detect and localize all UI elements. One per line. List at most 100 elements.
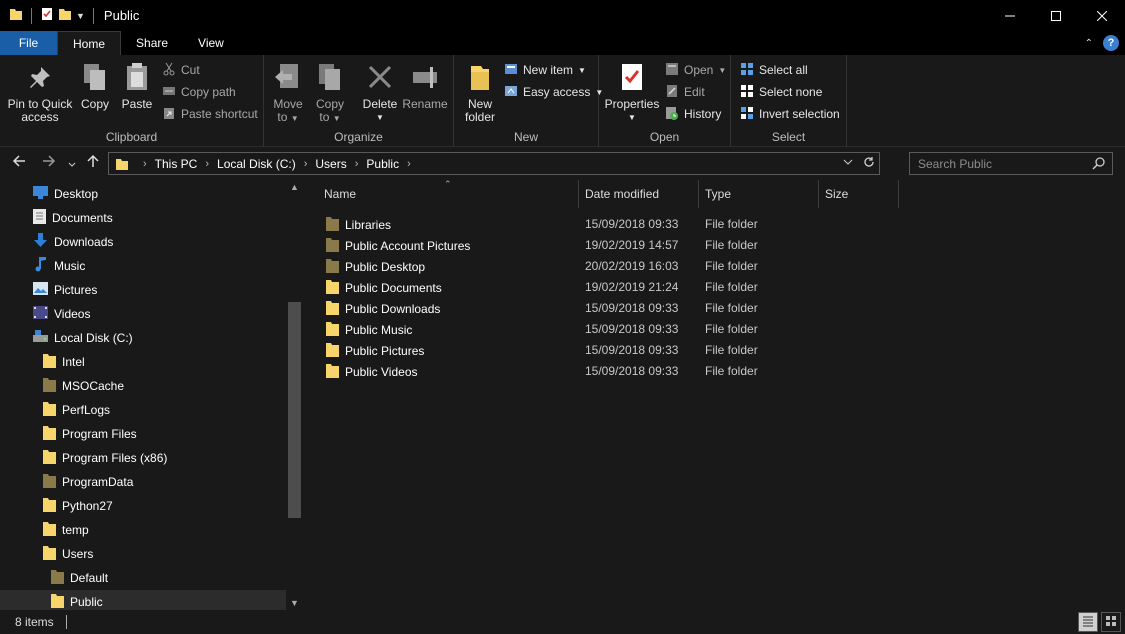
file-row[interactable]: Public Pictures 15/09/2018 09:33 File fo…	[307, 339, 1125, 360]
select-none-button[interactable]: Select none	[740, 82, 822, 102]
breadcrumb-this-pc[interactable]: This PC	[155, 157, 198, 171]
nav-item-public[interactable]: Public	[0, 590, 286, 610]
column-header-name[interactable]: Name ⌃	[307, 179, 579, 208]
properties-icon	[619, 62, 645, 95]
paste-button[interactable]: Paste	[118, 61, 156, 111]
navigation-pane-scrollbar[interactable]: ▲ ▼	[286, 180, 303, 610]
nav-item-local-disk[interactable]: Local Disk (C:)	[33, 326, 133, 350]
close-button[interactable]	[1079, 0, 1125, 31]
tab-home[interactable]: Home	[57, 31, 122, 55]
column-header-size[interactable]: Size	[819, 180, 899, 208]
file-type: File folder	[705, 217, 758, 231]
folder-icon	[43, 521, 56, 539]
breadcrumb-local-disk[interactable]: Local Disk (C:)	[217, 157, 296, 171]
scroll-up-icon[interactable]: ▲	[286, 182, 303, 192]
file-row[interactable]: Public Documents 19/02/2019 21:24 File f…	[307, 276, 1125, 297]
details-view-icon	[1082, 615, 1094, 630]
select-all-label: Select all	[759, 63, 808, 77]
navigation-pane: Desktop Documents Downloads Music Pictur…	[0, 180, 303, 610]
customize-qat-icon[interactable]: ▼	[76, 11, 85, 21]
nav-item-desktop[interactable]: Desktop	[33, 182, 98, 206]
search-input[interactable]	[918, 156, 1088, 171]
breadcrumb-chevron-icon[interactable]: ›	[304, 158, 308, 170]
large-icons-view-button[interactable]	[1101, 612, 1121, 632]
recent-locations-chevron-icon[interactable]	[68, 156, 76, 173]
breadcrumb-chevron-icon[interactable]: ›	[205, 158, 209, 170]
refresh-icon[interactable]	[863, 156, 875, 171]
nav-item-downloads[interactable]: Downloads	[33, 230, 113, 254]
nav-item-documents[interactable]: Documents	[33, 206, 113, 230]
nav-item-python27[interactable]: Python27	[43, 494, 113, 518]
new-item-button[interactable]: New item ▼	[504, 60, 586, 80]
pin-to-quick-access-button[interactable]: Pin to Quick access	[6, 61, 74, 124]
copy-button[interactable]: Copy	[78, 61, 112, 111]
invert-selection-icon	[740, 106, 754, 123]
scroll-down-icon[interactable]: ▼	[286, 598, 303, 608]
up-arrow-icon[interactable]	[86, 154, 100, 172]
column-header-date[interactable]: Date modified	[579, 180, 699, 208]
copy-path-button[interactable]: Copy path	[162, 82, 236, 102]
file-row[interactable]: Libraries 15/09/2018 09:33 File folder	[307, 213, 1125, 234]
file-row[interactable]: Public Downloads 15/09/2018 09:33 File f…	[307, 297, 1125, 318]
collapse-ribbon-icon[interactable]: ⌃	[1085, 38, 1093, 49]
help-icon[interactable]: ?	[1103, 35, 1119, 51]
back-arrow-icon[interactable]	[12, 154, 26, 172]
history-button[interactable]: History	[665, 104, 721, 124]
properties-icon[interactable]	[40, 7, 54, 24]
file-name: Public Pictures	[345, 344, 425, 358]
properties-button[interactable]: Properties ▼	[603, 61, 661, 124]
nav-item-temp[interactable]: temp	[43, 518, 89, 542]
nav-item-program-files-x86[interactable]: Program Files (x86)	[43, 446, 167, 470]
window-controls	[987, 0, 1125, 31]
nav-item-msocache[interactable]: MSOCache	[43, 374, 124, 398]
minimize-button[interactable]	[987, 0, 1033, 31]
copy-path-icon	[162, 84, 176, 101]
tab-file[interactable]: File	[0, 31, 57, 55]
search-icon[interactable]	[1092, 156, 1106, 173]
open-button[interactable]: Open ▼	[665, 60, 726, 80]
nav-item-music[interactable]: Music	[33, 254, 85, 278]
move-to-button[interactable]: Move to ▼	[270, 61, 306, 125]
tab-share[interactable]: Share	[121, 31, 183, 55]
file-row[interactable]: Public Account Pictures 19/02/2019 14:57…	[307, 234, 1125, 255]
nav-item-programdata[interactable]: ProgramData	[43, 470, 133, 494]
breadcrumb-chevron-icon[interactable]: ›	[143, 158, 147, 170]
address-bar[interactable]: › This PC › Local Disk (C:) › Users › Pu…	[108, 152, 880, 175]
nav-item-pictures[interactable]: Pictures	[33, 278, 97, 302]
details-view-button[interactable]	[1078, 612, 1098, 632]
new-folder-button[interactable]: New folder	[460, 61, 500, 124]
nav-item-default[interactable]: Default	[51, 566, 108, 590]
file-row[interactable]: Public Music 15/09/2018 09:33 File folde…	[307, 318, 1125, 339]
rename-button[interactable]: Rename	[402, 61, 448, 111]
column-header-type[interactable]: Type	[699, 180, 819, 208]
copy-to-button[interactable]: Copy to ▼	[312, 61, 348, 125]
file-row[interactable]: Public Videos 15/09/2018 09:33 File fold…	[307, 360, 1125, 381]
nav-item-perflogs[interactable]: PerfLogs	[43, 398, 110, 422]
edit-button[interactable]: Edit	[665, 82, 705, 102]
maximize-button[interactable]	[1033, 0, 1079, 31]
breadcrumb-chevron-icon[interactable]: ›	[407, 158, 411, 170]
invert-selection-button[interactable]: Invert selection	[740, 104, 840, 124]
address-dropdown-chevron-icon[interactable]	[843, 156, 853, 171]
easy-access-button[interactable]: Easy access ▼	[504, 82, 603, 102]
tab-view[interactable]: View	[183, 31, 239, 55]
scrollbar-thumb[interactable]	[288, 302, 301, 518]
nav-item-users[interactable]: Users	[43, 542, 93, 566]
paste-shortcut-button[interactable]: Paste shortcut	[162, 104, 258, 124]
forward-arrow-icon[interactable]	[42, 154, 56, 172]
breadcrumb-chevron-icon[interactable]: ›	[355, 158, 359, 170]
new-folder-icon	[468, 62, 492, 95]
nav-item-videos[interactable]: Videos	[33, 302, 90, 326]
breadcrumb-public[interactable]: Public	[366, 157, 399, 171]
new-folder-icon[interactable]	[58, 7, 72, 24]
paste-label: Paste	[121, 97, 153, 111]
cut-button[interactable]: Cut	[162, 60, 200, 80]
delete-button[interactable]: Delete ▼	[360, 61, 400, 124]
nav-item-intel[interactable]: Intel	[43, 350, 85, 374]
select-all-button[interactable]: Select all	[740, 60, 808, 80]
file-row[interactable]: Public Desktop 20/02/2019 16:03 File fol…	[307, 255, 1125, 276]
rename-label: Rename	[402, 97, 448, 111]
search-box[interactable]	[909, 152, 1113, 175]
breadcrumb-users[interactable]: Users	[315, 157, 346, 171]
nav-item-program-files[interactable]: Program Files	[43, 422, 137, 446]
